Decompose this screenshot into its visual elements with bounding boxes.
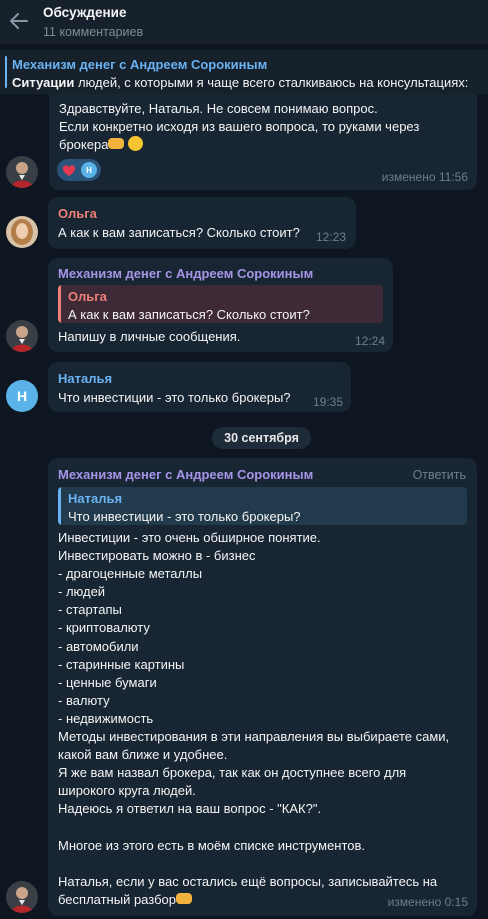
handshake-emoji-icon [175,892,192,904]
message-text: Здравствуйте, Наталья. Не совсем понимаю… [59,101,378,116]
message-line: - драгоценные металлы [58,566,203,582]
message-line: Инвестиции - это очень обширное понятие. [58,530,321,545]
reply-text: Что инвестиции - это только брокеры? [68,509,301,524]
message-time: изменено 11:56 [381,170,468,184]
message-text: А как к вам записаться? Сколько стоит? [58,225,300,240]
message-line: - стартапы [58,602,122,618]
reply-quote[interactable]: Наталья Что инвестиции - это только брок… [58,487,467,525]
heart-icon [62,165,76,176]
message-line: широкого круга людей. [58,783,196,799]
message-line: - людей [58,584,106,600]
message-line: бесплатный разбор [58,891,176,907]
avatar-olga[interactable] [6,216,38,248]
message-line: какой вам ближе и удобнее. [58,747,228,763]
message-time: 12:24 [354,334,385,348]
reply-text: А как к вам записаться? Сколько стоит? [68,307,310,322]
message-line: Я же вам назвал брокера, так как он дост… [58,765,407,781]
message-text-line: брокера [59,136,419,154]
message-author: Механизм денег с Андреем Сорокиным [58,467,314,482]
message-line: Многое из этого есть в моём списке инстр… [58,837,366,853]
reply-quote[interactable]: Ольга А как к вам записаться? Сколько ст… [58,285,383,323]
back-arrow-icon[interactable] [6,8,32,34]
message-line: Наталья, если у вас остались ещё вопросы… [58,873,438,889]
message-line: Надеюсь я ответил на ваш вопрос - "КАК?"… [58,801,322,817]
message-bubble-olga[interactable]: Ольга А как к вам записаться? Сколько ст… [48,197,356,249]
date-separator: 30 сентября [212,427,311,449]
avatar-channel[interactable] [6,881,38,913]
avatar-channel[interactable] [6,320,38,352]
message-time: 12:23 [315,230,346,244]
original-post-preview[interactable]: Механизм денег с Андреем Сорокиным Ситуа… [0,50,488,94]
reply-author: Ольга [68,289,107,304]
message-author: Ольга [58,206,97,221]
message-bubble-natalya[interactable]: Наталья Что инвестиции - это только брок… [48,362,351,412]
message-bubble-long-answer[interactable]: Механизм денег с Андреем Сорокиным Ответ… [48,458,477,916]
handshake-emoji-icon [108,138,125,150]
pinned-accent-bar [5,56,7,88]
page-title: Обсуждение [43,5,127,20]
chat-header: Обсуждение 11 комментариев [0,0,488,44]
message-author: Наталья [58,371,113,386]
message-time: изменено 0:15 [387,895,468,909]
message-time: 19:35 [312,395,343,409]
reactor-avatar: Н [81,162,97,178]
message-line: - криптовалюту [58,620,150,636]
pinned-title: Механизм денег с Андреем Сорокиным [12,57,268,72]
reply-author: Наталья [68,491,123,506]
avatar-channel[interactable] [6,156,38,188]
message-line: Методы инвестирования в эти направления … [58,729,450,745]
message-text: Если конкретно исходя из вашего вопроса,… [59,119,420,135]
message-author: Механизм денег с Андреем Сорокиным [58,266,314,281]
message-text: брокера [59,137,109,153]
message-line: - старинные картины [58,656,185,672]
comment-count: 11 комментариев [43,25,144,39]
reply-accent-bar [58,487,61,525]
message-line: Инвестировать можно в - бизнес [58,548,256,564]
message-text: Напишу в личные сообщения. [58,329,241,344]
message-body: Инвестиции - это очень обширное понятие.… [58,529,449,909]
message-text: Что инвестиции - это только брокеры? [58,390,291,405]
reply-action-link[interactable]: Ответить [413,468,466,482]
message-bubble-1[interactable]: Здравствуйте, Наталья. Не совсем понимаю… [49,94,477,190]
message-line [58,855,449,873]
reply-accent-bar [58,285,61,323]
pinned-text: Ситуации людей, с которыми я чаще всего … [12,75,468,90]
message-line: - валюту [58,692,110,708]
reaction-heart[interactable]: Н [57,159,101,181]
message-line: - автомобили [58,638,139,654]
message-line: - недвижимость [58,710,154,726]
message-line [58,819,449,837]
smile-emoji-icon [128,136,144,152]
avatar-natalya[interactable]: Н [6,380,38,412]
pinned-text-bold: Ситуации [12,75,75,90]
message-line: - ценные бумаги [58,674,157,690]
message-bubble-channel-reply[interactable]: Механизм денег с Андреем Сорокиным Ольга… [48,258,393,352]
pinned-text-rest: людей, с которыми я чаще всего сталкиваю… [74,75,469,90]
